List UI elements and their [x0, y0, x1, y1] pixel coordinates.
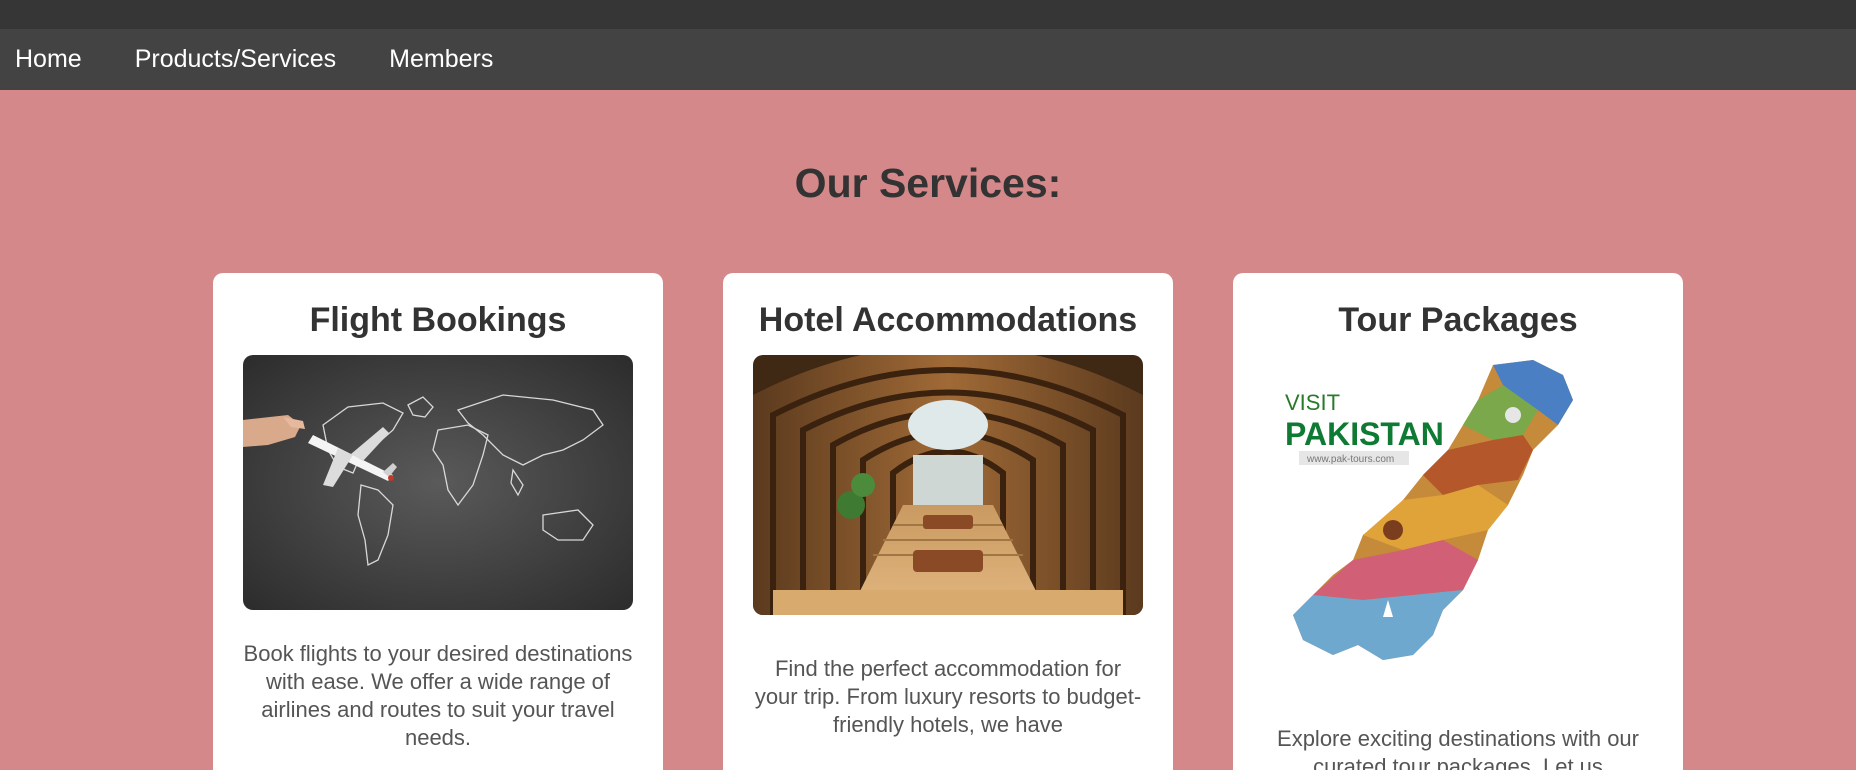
visit-text: VISIT: [1285, 390, 1340, 415]
url-text: www.pak-tours.com: [1306, 454, 1394, 465]
nav-products-services-link[interactable]: Products/Services: [135, 45, 336, 74]
top-strip: [0, 0, 1856, 29]
pakistan-text: PAKISTAN: [1285, 416, 1444, 452]
service-title: Hotel Accommodations: [758, 301, 1138, 339]
page-title: Our Services:: [794, 160, 1062, 206]
visit-pakistan-image: VISIT PAKISTAN www.pak-tours.com: [1263, 355, 1653, 695]
service-description: Explore exciting destinations with our c…: [1277, 726, 1639, 770]
main-nav: Home Products/Services Members: [0, 29, 1856, 90]
services-section: Our Services: Flight Bookings Book fligh…: [0, 90, 1856, 770]
service-card-tour: Tour Packages VISIT PAKISTAN www.pak-tou…: [1233, 273, 1683, 770]
service-card-flight: Flight Bookings Book flights to your des…: [213, 273, 663, 770]
nav-members-link[interactable]: Members: [389, 45, 493, 74]
nav-home-link[interactable]: Home: [15, 45, 82, 74]
service-description: Find the perfect accommodation for your …: [754, 656, 1142, 737]
service-title: Flight Bookings: [309, 301, 567, 339]
flight-map-image: [243, 355, 633, 610]
service-card-hotel: Hotel Accommodations Find the perfect ac…: [723, 273, 1173, 770]
service-title: Tour Packages: [1338, 301, 1578, 339]
hotel-lobby-image: [753, 355, 1143, 615]
service-description: Book flights to your desired destination…: [243, 641, 633, 750]
